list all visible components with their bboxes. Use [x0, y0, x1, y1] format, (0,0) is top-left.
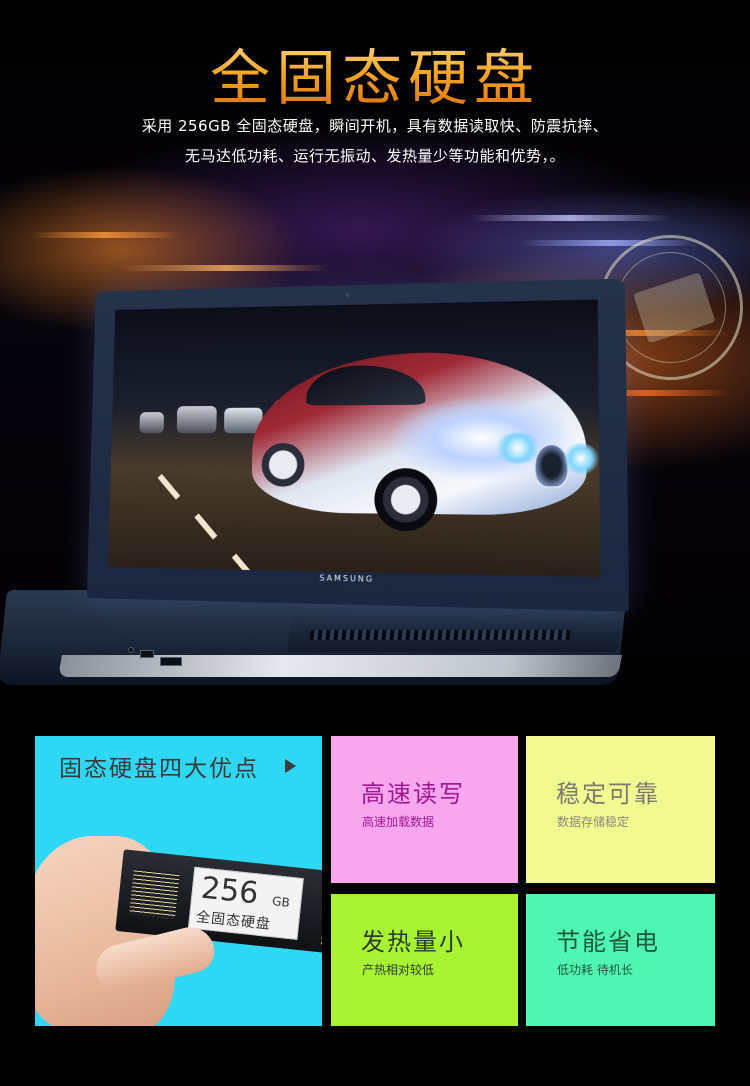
feature-desc: 低功耗 待机长: [557, 963, 633, 977]
features-section: 固态硬盘四大优点 256 GB 全固态硬盘 高速读写 高速加载数据 稳定可靠 数…: [0, 718, 750, 1086]
usb-port: [140, 650, 154, 658]
car-headlight: [493, 432, 542, 464]
ssd-connector: [320, 878, 322, 946]
feature-desc: 高速加载数据: [362, 815, 435, 829]
laptop-vent: [309, 630, 571, 640]
feature-desc: 数据存储稳定: [557, 815, 630, 829]
feature-tile-heat: 发热量小 产热相对较低: [331, 894, 518, 1026]
hdmi-port: [160, 657, 182, 666]
feature-desc: 产热相对较低: [362, 963, 435, 977]
feature-tile-speed: 高速读写 高速加载数据: [331, 736, 518, 883]
laptop-lid: SAMSUNG: [86, 278, 630, 612]
ssd-chip: [129, 868, 180, 919]
feature-title: 发热量小: [361, 928, 465, 956]
hero-title: 全固态硬盘: [0, 30, 750, 117]
road-line: [157, 473, 181, 500]
hero-subtitle-line2: 无马达低功耗、运行无振动、发热量少等功能和优势，。: [184, 147, 565, 165]
feature-tile-power: 节能省电 低功耗 待机长: [526, 894, 715, 1026]
feature-title: 稳定可靠: [556, 780, 660, 808]
light-streak: [30, 232, 180, 238]
laptop-screen: [108, 299, 601, 578]
light-streak: [120, 265, 330, 271]
audio-port: [128, 647, 134, 653]
feature-title: 高速读写: [361, 780, 465, 808]
ssd-label: 256 GB 全固态硬盘: [187, 866, 304, 940]
features-heading: 固态硬盘四大优点: [59, 756, 259, 782]
car-wheel: [374, 468, 438, 532]
ssd-name: 全固态硬盘: [195, 909, 272, 933]
webcam-icon: [345, 293, 350, 298]
hero-subtitle-line1: 采用 256GB 全固态硬盘，瞬间开机，具有数据读取快、防震抗摔、: [141, 117, 609, 135]
ssd-unit: GB: [271, 894, 291, 910]
feature-intro-tile: 固态硬盘四大优点 256 GB 全固态硬盘: [35, 736, 322, 1026]
background-car: [139, 412, 165, 434]
stamp-emblem: [632, 272, 716, 344]
light-streak: [470, 215, 670, 221]
feature-title: 节能省电: [556, 928, 660, 956]
background-car: [176, 405, 217, 434]
laptop-base-edge: [58, 655, 622, 677]
feature-tile-stability: 稳定可靠 数据存储稳定: [526, 736, 715, 883]
ssd-capacity: 256: [199, 870, 261, 912]
play-arrow-icon: [285, 759, 296, 773]
car-headlight: [562, 443, 600, 475]
road-line: [194, 513, 218, 540]
hero-banner: 全固态硬盘 采用 256GB 全固态硬盘，瞬间开机，具有数据读取快、防震抗摔、 …: [0, 0, 750, 718]
